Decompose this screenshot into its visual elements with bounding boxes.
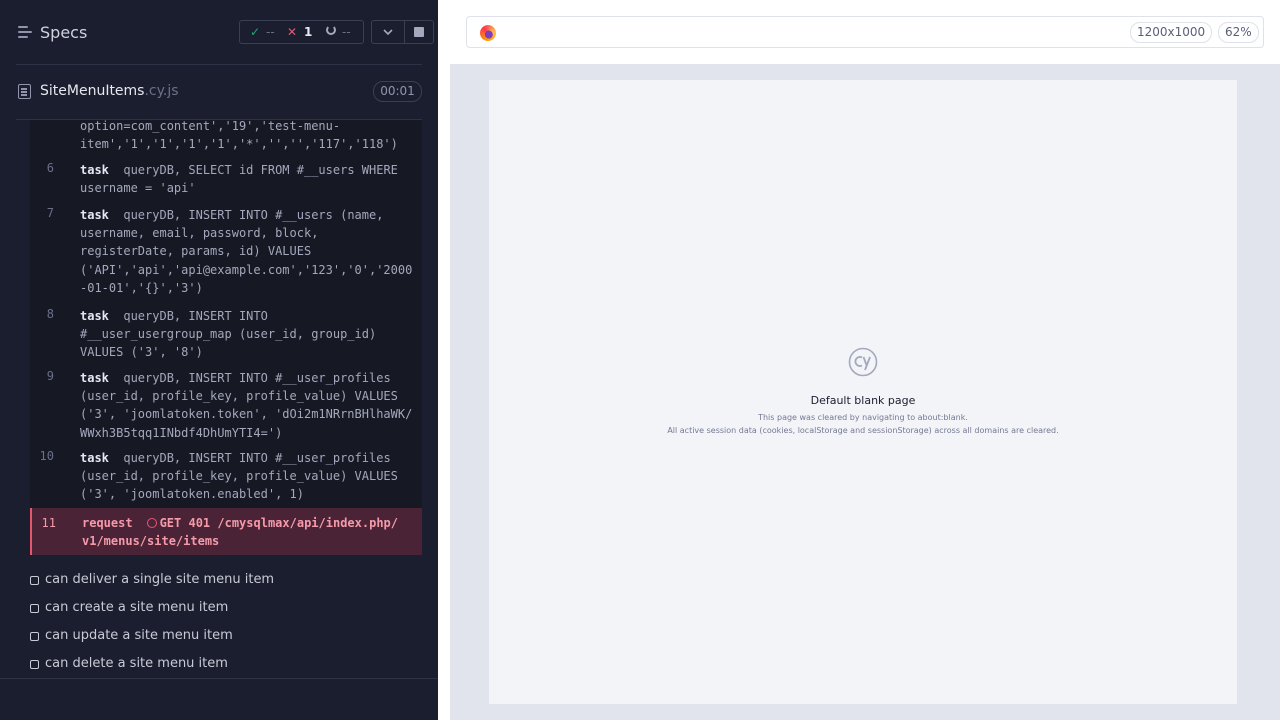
- check-icon: ✓: [250, 25, 261, 39]
- url-bar[interactable]: 1200x1000 62%: [466, 16, 1264, 48]
- firefox-icon: [480, 25, 496, 41]
- error-circle-icon: [146, 518, 157, 528]
- test-item[interactable]: can deliver a single site menu item: [30, 571, 422, 591]
- pending-count: --: [342, 25, 351, 39]
- pending-test-icon: [30, 632, 39, 641]
- test-item[interactable]: can update a site menu item: [30, 627, 422, 647]
- spinner-icon: [326, 25, 336, 35]
- run-controls: [371, 20, 434, 44]
- command-message: option=com_content','19','test-menu- ite…: [80, 120, 398, 152]
- failed-command-row[interactable]: 11 request GET 401 /cmysqlmax/api/index.p…: [30, 508, 422, 555]
- blank-page-title: Default blank page: [810, 394, 916, 407]
- test-item[interactable]: can delete a site menu item: [30, 655, 422, 675]
- pending-test-icon: [30, 660, 39, 669]
- command-name: request: [82, 516, 133, 530]
- command-name: task: [80, 163, 109, 177]
- specs-title[interactable]: Specs: [40, 23, 87, 42]
- pending-test-icon: [30, 576, 39, 585]
- cypress-logo: [848, 347, 878, 377]
- command-number: 6: [46, 161, 54, 175]
- test-title: can delete a site menu item: [45, 656, 228, 671]
- command-message: task queryDB, INSERT INTO #__user_usergr…: [80, 309, 377, 360]
- x-icon: ✕: [287, 25, 298, 39]
- command-message: request GET 401 /cmysqlmax/api/index.php/…: [82, 516, 398, 549]
- command-name: task: [80, 451, 109, 465]
- blank-page-message: This page was cleared by navigating to a…: [758, 413, 968, 422]
- options-button[interactable]: [372, 21, 404, 43]
- blank-page-message: All active session data (cookies, localS…: [667, 426, 1059, 435]
- command-number: 7: [46, 206, 54, 220]
- failed-count: 1: [304, 25, 313, 39]
- specs-header: Specs ✓ -- ✕ 1 --: [0, 0, 438, 64]
- stats-bar: ✓ -- ✕ 1 --: [239, 20, 364, 44]
- spec-file-extension: .cy.js: [144, 83, 179, 99]
- test-title: can create a site menu item: [45, 600, 229, 615]
- pending-test-icon: [30, 604, 39, 613]
- menu-lines-icon[interactable]: [18, 26, 32, 38]
- command-number: 11: [41, 516, 56, 530]
- spec-duration: 00:01: [373, 81, 422, 102]
- command-message: task queryDB, INSERT INTO #__user_profil…: [80, 451, 398, 502]
- aut-iframe[interactable]: Default blank page This page was cleared…: [489, 80, 1237, 704]
- test-title: can deliver a single site menu item: [45, 572, 275, 587]
- panel-gap: [438, 0, 450, 720]
- passed-count: --: [266, 25, 275, 39]
- stop-button[interactable]: [405, 21, 434, 43]
- command-log[interactable]: option=com_content','19','test-menu- ite…: [30, 120, 422, 555]
- stop-icon: [414, 27, 424, 37]
- test-item[interactable]: can create a site menu item: [30, 599, 422, 619]
- viewport-size-badge[interactable]: 1200x1000: [1130, 22, 1213, 43]
- reporter-panel: Specs ✓ -- ✕ 1 -- SiteMenuItems.cy.js 00…: [0, 0, 438, 720]
- spec-file-row[interactable]: SiteMenuItems.cy.js 00:01: [0, 65, 438, 120]
- command-number: 10: [39, 449, 54, 463]
- command-name: task: [80, 309, 109, 323]
- command-number: 8: [46, 307, 54, 321]
- footer-divider: [0, 678, 438, 679]
- test-title: can update a site menu item: [45, 628, 233, 643]
- app-under-test-panel: 1200x1000 62% Default blank page This pa…: [438, 0, 1280, 720]
- command-name: task: [80, 371, 109, 385]
- command-message: task queryDB, INSERT INTO #__users (name…: [80, 208, 413, 295]
- spec-file-name: SiteMenuItems.cy.js: [40, 83, 179, 99]
- zoom-level-badge: 62%: [1218, 22, 1259, 43]
- command-message: task queryDB, INSERT INTO #__user_profil…: [80, 371, 413, 440]
- command-message: task queryDB, SELECT id FROM #__users WH…: [80, 163, 398, 196]
- aut-stage: Default blank page This page was cleared…: [450, 64, 1280, 720]
- document-icon: [18, 84, 31, 99]
- command-name: task: [80, 208, 109, 222]
- command-number: 9: [46, 369, 54, 383]
- chevron-down-icon: [383, 29, 393, 36]
